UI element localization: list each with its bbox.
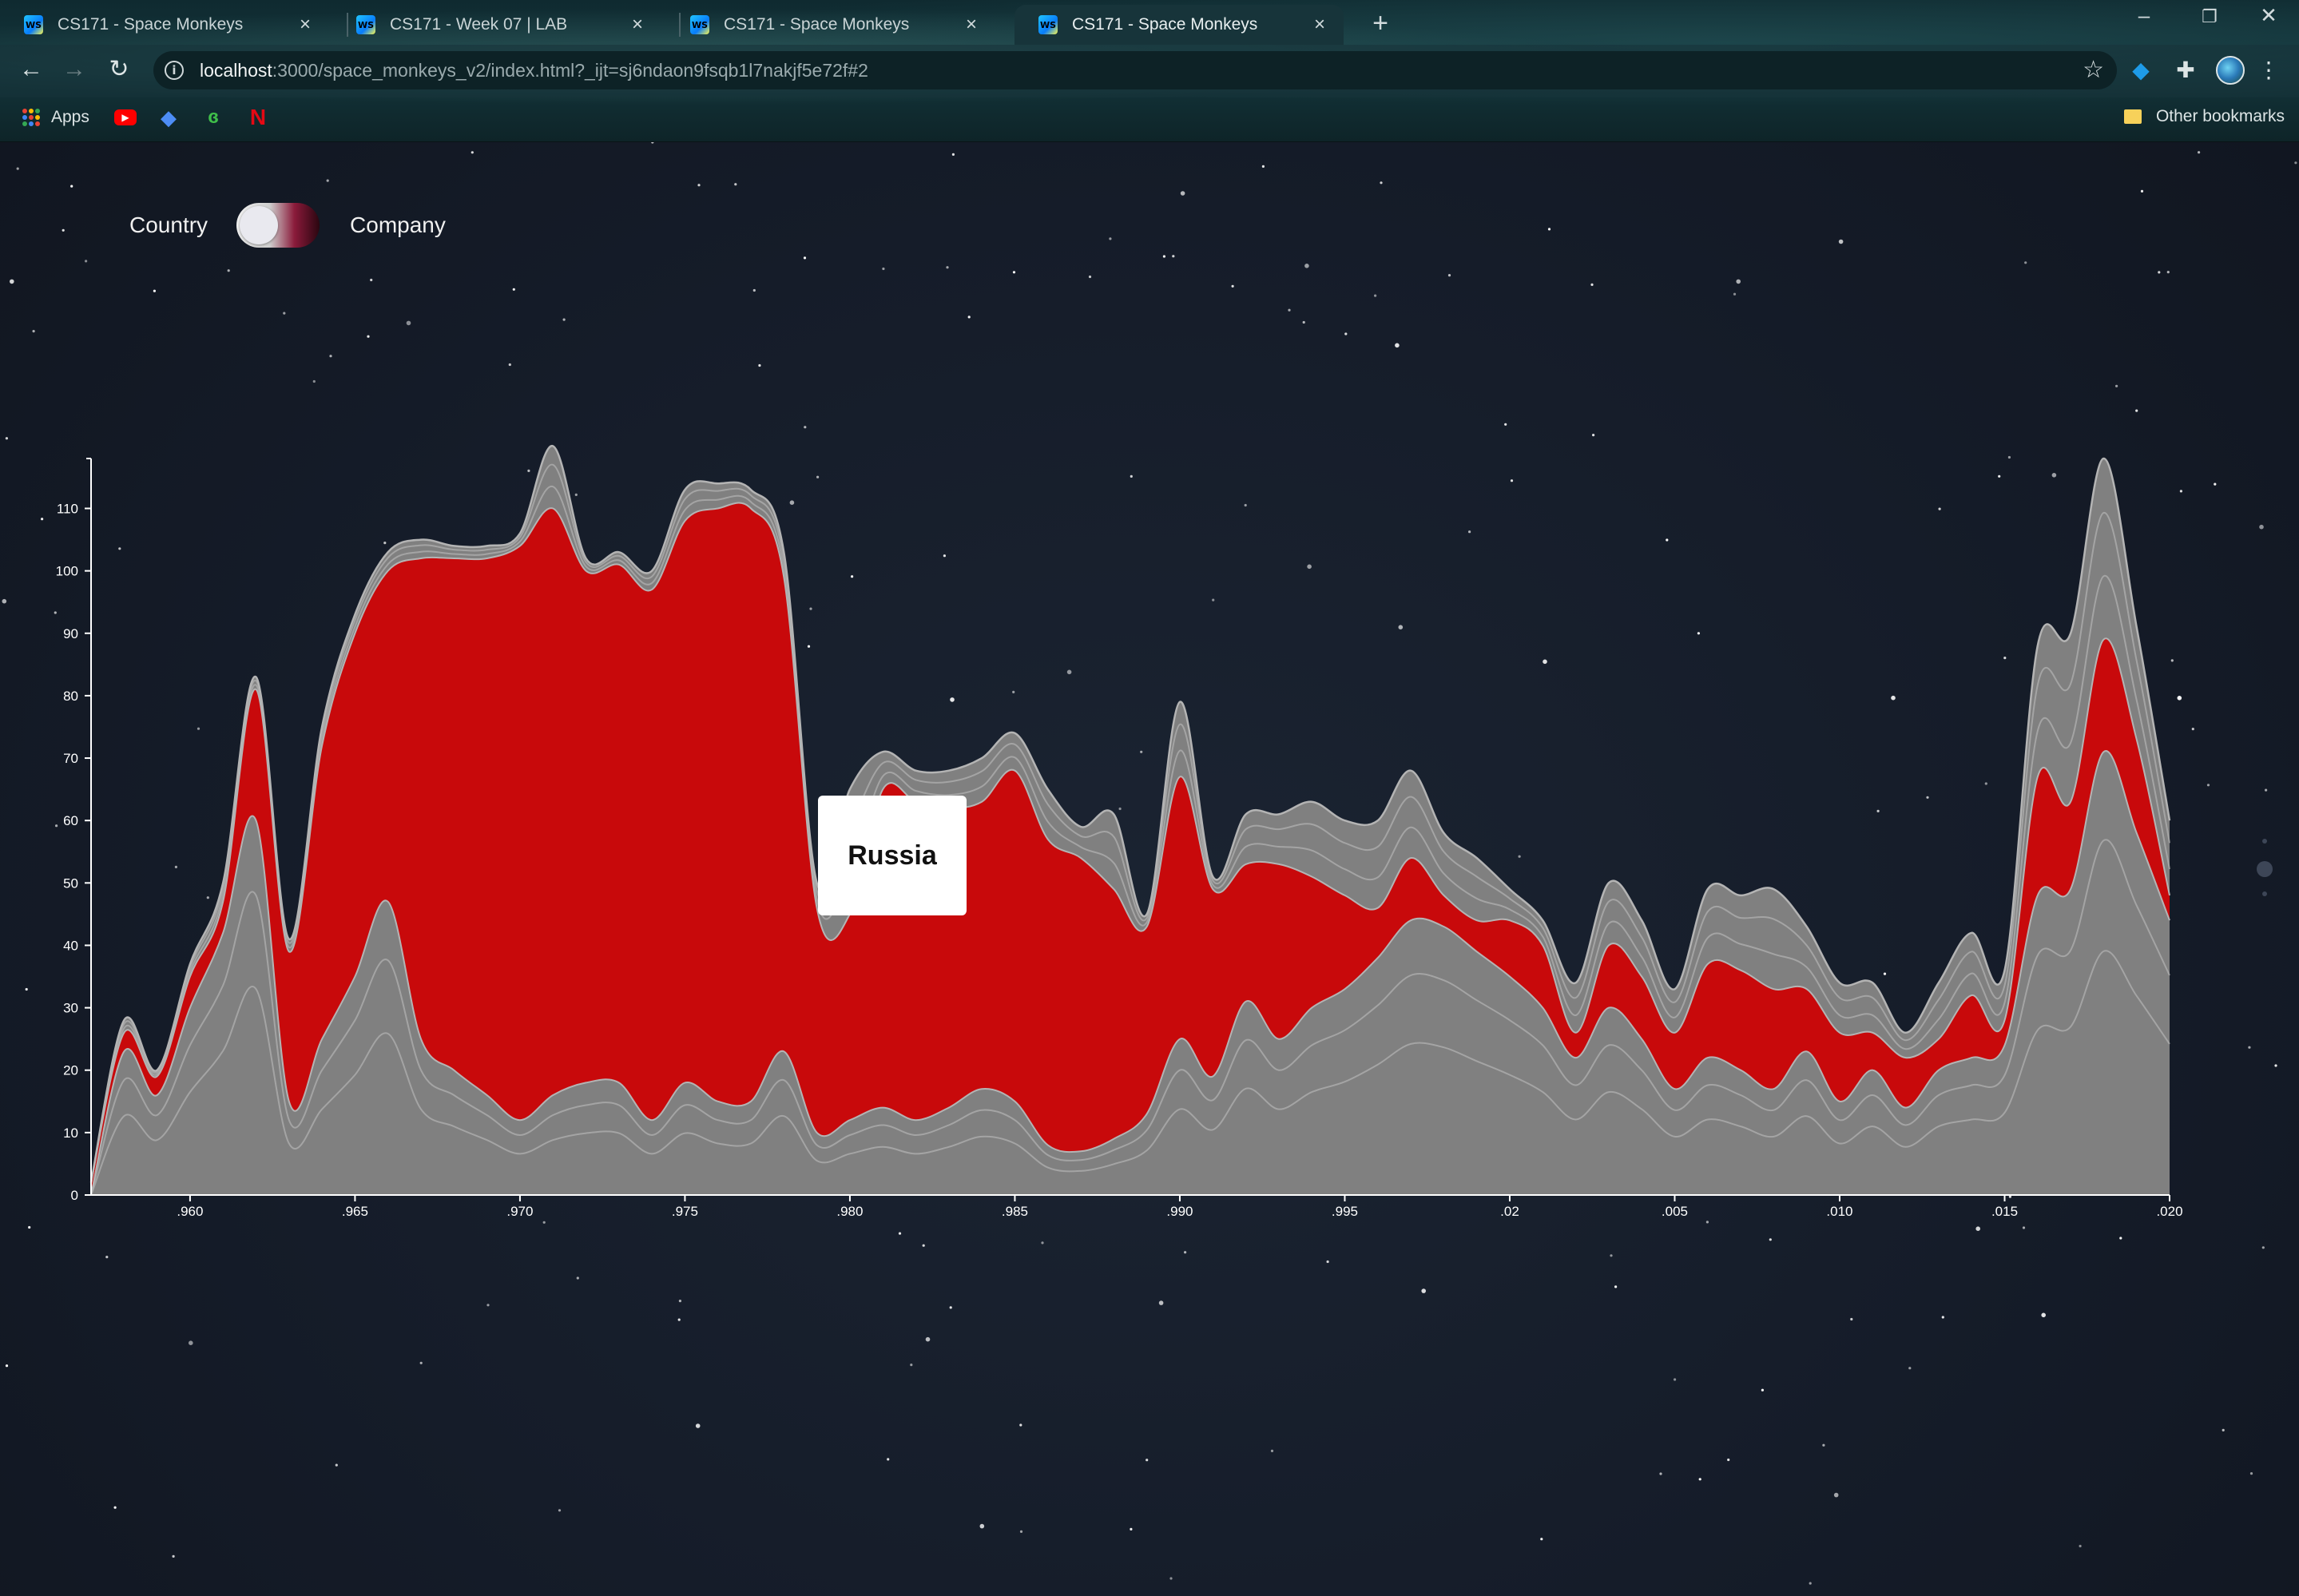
x-tick-label: .010	[1826, 1204, 1852, 1219]
x-tick-label: .015	[1991, 1204, 2018, 1219]
y-tick-label: 70	[63, 751, 78, 766]
section-navigation	[2254, 839, 2275, 896]
section-dot-active[interactable]	[2257, 861, 2273, 877]
x-tick-label: .960	[177, 1204, 203, 1219]
y-tick-label: 110	[57, 502, 78, 517]
y-tick-label: 90	[63, 626, 78, 641]
y-tick-label: 0	[71, 1188, 78, 1203]
y-tick-label: 20	[63, 1063, 78, 1078]
streamgraph-chart: 0 10 20 30 40 50 60 70 80 90 100 110 .960 .965 .970 .97…	[56, 445, 2183, 1219]
x-tick-label: .970	[506, 1204, 533, 1219]
x-tick-label: .005	[1662, 1204, 1688, 1219]
section-dot[interactable]	[2262, 891, 2267, 896]
y-tick-label: 80	[63, 689, 78, 704]
x-tick-label: .965	[342, 1204, 368, 1219]
y-tick-label: 40	[63, 938, 78, 953]
x-tick-label: .020	[2156, 1204, 2182, 1219]
x-tick-label: .990	[1166, 1204, 1193, 1219]
country-tooltip: Russia	[818, 796, 967, 915]
section-dot[interactable]	[2262, 839, 2267, 844]
y-tick-label: 100	[56, 564, 78, 579]
x-tick-label: .995	[1332, 1204, 1358, 1219]
y-tick-label: 50	[63, 875, 78, 891]
y-tick-label: 30	[63, 1001, 78, 1016]
y-tick-label: 60	[63, 813, 78, 828]
x-tick-label: .980	[836, 1204, 863, 1219]
x-tick-label: .985	[1002, 1204, 1028, 1219]
x-tick-label: .975	[672, 1204, 698, 1219]
y-tick-label: 10	[63, 1126, 78, 1141]
x-tick-label: .02	[1500, 1204, 1519, 1219]
